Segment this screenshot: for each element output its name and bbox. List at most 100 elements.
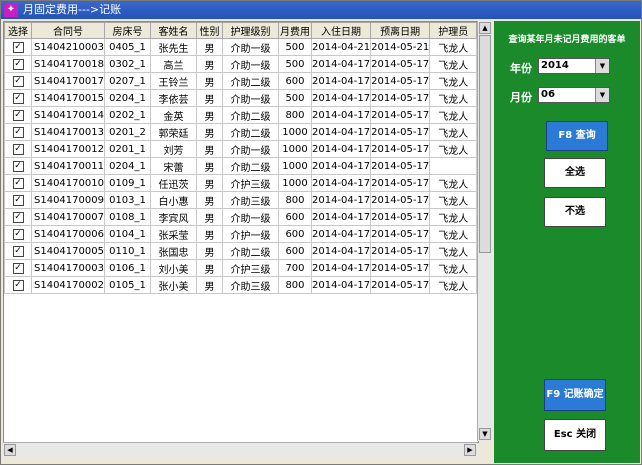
table-row[interactable]: ✓ S1404170015 0204_1 李依芸男介助一级 500 2014-04-17 2… [4, 89, 478, 107]
row-checkbox[interactable]: ✓ [12, 42, 24, 53]
table-cell: 2014-05-17 [370, 106, 431, 124]
table-row[interactable]: ✓ S1404170006 0104_1 张采莹男介护一级 600 2014-04-17 2… [4, 225, 478, 243]
table-cell: 男 [195, 208, 223, 226]
row-checkbox[interactable]: ✓ [12, 263, 24, 274]
table-cell: 500 [277, 55, 312, 73]
main-window: ✦ 月固定费用--->记账 选择 合同号 房床号 客姓名 性别 护理级别 月费用 入住日期 预离… [0, 0, 642, 465]
column-header[interactable]: 护理级别 [221, 22, 279, 39]
table-row[interactable]: ✓ S1404170003 0106_1 刘小美男介护三级 700 2014-04-17 2… [4, 259, 478, 277]
select-cell[interactable]: ✓ [4, 259, 32, 277]
row-checkbox[interactable]: ✓ [12, 229, 24, 240]
row-checkbox[interactable]: ✓ [12, 127, 24, 138]
table-cell: 2014-04-17 [310, 89, 372, 107]
table-cell: 1000 [277, 157, 312, 175]
row-checkbox[interactable]: ✓ [12, 161, 24, 172]
table-cell: 飞龙人 [429, 225, 478, 243]
table-row[interactable]: ✓ S1404210003 0405_1 张先生男介助一级 500 2014-04-21 2… [4, 38, 478, 56]
table-body: ✓ S1404210003 0405_1 张先生男介助一级 500 2014-04-21 2… [4, 38, 478, 294]
table-cell: 飞龙人 [429, 89, 478, 107]
table-cell: 2014-04-21 [310, 38, 372, 56]
row-checkbox[interactable]: ✓ [12, 76, 24, 87]
month-select[interactable]: 06 ▼ [538, 87, 610, 103]
row-checkbox[interactable]: ✓ [12, 144, 24, 155]
table-row[interactable]: ✓ S1404170017 0207_1 王铃兰男介助二级 600 2014-04-17 2… [4, 72, 478, 90]
row-checkbox[interactable]: ✓ [12, 212, 24, 223]
close-button[interactable]: Esc 关闭 [544, 419, 606, 451]
table-cell: 0105_1 [103, 276, 151, 294]
table-row[interactable]: ✓ S1404170002 0105_1 张小美男介助三级 800 2014-04-17 2… [4, 276, 478, 294]
scroll-right-icon[interactable]: ▶ [464, 444, 476, 456]
table-cell: 700 [277, 259, 312, 277]
row-checkbox[interactable]: ✓ [12, 195, 24, 206]
select-cell[interactable]: ✓ [4, 123, 32, 141]
chevron-down-icon[interactable]: ▼ [595, 59, 609, 73]
select-cell[interactable]: ✓ [4, 276, 32, 294]
horizontal-scrollbar[interactable]: ◀ ▶ [3, 442, 477, 457]
scroll-thumb[interactable] [479, 35, 491, 253]
scroll-down-icon[interactable]: ▼ [479, 428, 491, 440]
row-checkbox[interactable]: ✓ [12, 110, 24, 121]
table-row[interactable]: ✓ S1404170018 0302_1 高兰男介助一级 500 2014-04-17 20… [4, 55, 478, 73]
table-cell: 2014-04-17 [310, 140, 372, 158]
select-cell[interactable]: ✓ [4, 38, 32, 56]
table-row[interactable]: ✓ S1404170009 0103_1 白小惠男介助三级 800 2014-04-17 2… [4, 191, 478, 209]
select-cell[interactable]: ✓ [4, 208, 32, 226]
table-cell: 男 [195, 191, 223, 209]
column-header[interactable]: 性别 [195, 22, 223, 39]
column-header[interactable]: 选择 [4, 22, 32, 39]
table-cell: 宋蕾 [149, 157, 197, 175]
table-cell: S1404170010 [31, 174, 105, 192]
scroll-left-icon[interactable]: ◀ [4, 444, 16, 456]
query-button[interactable]: F8 查询 [546, 121, 608, 151]
table-row[interactable]: ✓ S1404170007 0108_1 李宾风男介助一级 600 2014-04-17 2… [4, 208, 478, 226]
table-row[interactable]: ✓ S1404170013 0201_2 郭荣廷男介助二级 1000 2014-04-17… [4, 123, 478, 141]
row-checkbox[interactable]: ✓ [12, 178, 24, 189]
chevron-down-icon[interactable]: ▼ [595, 88, 609, 102]
table-cell: 0204_1 [103, 157, 151, 175]
column-header[interactable]: 月费用 [277, 22, 312, 39]
select-cell[interactable]: ✓ [4, 225, 32, 243]
year-select[interactable]: 2014 ▼ [538, 58, 610, 74]
select-cell[interactable]: ✓ [4, 55, 32, 73]
table-cell: 男 [195, 89, 223, 107]
select-cell[interactable]: ✓ [4, 174, 32, 192]
scroll-up-icon[interactable]: ▲ [479, 22, 491, 34]
table-cell: 2014-05-17 [370, 225, 431, 243]
select-cell[interactable]: ✓ [4, 191, 32, 209]
table-cell: 2014-04-17 [310, 276, 372, 294]
vertical-scrollbar[interactable]: ▲ ▼ [477, 21, 492, 441]
select-cell[interactable]: ✓ [4, 242, 32, 260]
title-bar[interactable]: ✦ 月固定费用--->记账 [1, 1, 641, 19]
column-header[interactable]: 护理员 [429, 22, 478, 39]
table-cell: 2014-04-17 [310, 123, 372, 141]
select-cell[interactable]: ✓ [4, 140, 32, 158]
table-row[interactable]: ✓ S1404170012 0201_1 刘芳男介助一级 1000 2014-04-17 2… [4, 140, 478, 158]
table-cell: S1404170003 [31, 259, 105, 277]
deselect-button[interactable]: 不选 [544, 197, 606, 227]
row-checkbox[interactable]: ✓ [12, 59, 24, 70]
confirm-billing-button[interactable]: F9 记账确定 [544, 379, 606, 411]
table-row[interactable]: ✓ S1404170005 0110_1 张国忠男介助二级 600 2014-04-17 2… [4, 242, 478, 260]
column-header[interactable]: 客姓名 [149, 22, 197, 39]
row-checkbox[interactable]: ✓ [12, 280, 24, 291]
row-checkbox[interactable]: ✓ [12, 93, 24, 104]
column-header[interactable]: 房床号 [103, 22, 151, 39]
select-all-button[interactable]: 全选 [544, 158, 606, 188]
table-cell: 2014-04-17 [310, 208, 372, 226]
table-row[interactable]: ✓ S1404170014 0202_1 金英男介助二级 800 2014-04-17 20… [4, 106, 478, 124]
column-header[interactable]: 入住日期 [310, 22, 372, 39]
table-row[interactable]: ✓ S1404170010 0109_1 任迅茨男介护三级 1000 2014-04-17… [4, 174, 478, 192]
select-cell[interactable]: ✓ [4, 157, 32, 175]
row-checkbox[interactable]: ✓ [12, 246, 24, 257]
table-cell: 800 [277, 106, 312, 124]
select-cell[interactable]: ✓ [4, 106, 32, 124]
column-header[interactable]: 合同号 [31, 22, 105, 39]
table-cell: 800 [277, 191, 312, 209]
select-cell[interactable]: ✓ [4, 72, 32, 90]
table-row[interactable]: ✓ S1404170011 0204_1 宋蕾男介助二级 1000 2014-04-17 2… [4, 157, 478, 175]
column-header[interactable]: 预离日期 [370, 22, 431, 39]
table-cell: 500 [277, 89, 312, 107]
table-cell: 飞龙人 [429, 106, 478, 124]
select-cell[interactable]: ✓ [4, 89, 32, 107]
table-cell: 2014-05-17 [370, 208, 431, 226]
